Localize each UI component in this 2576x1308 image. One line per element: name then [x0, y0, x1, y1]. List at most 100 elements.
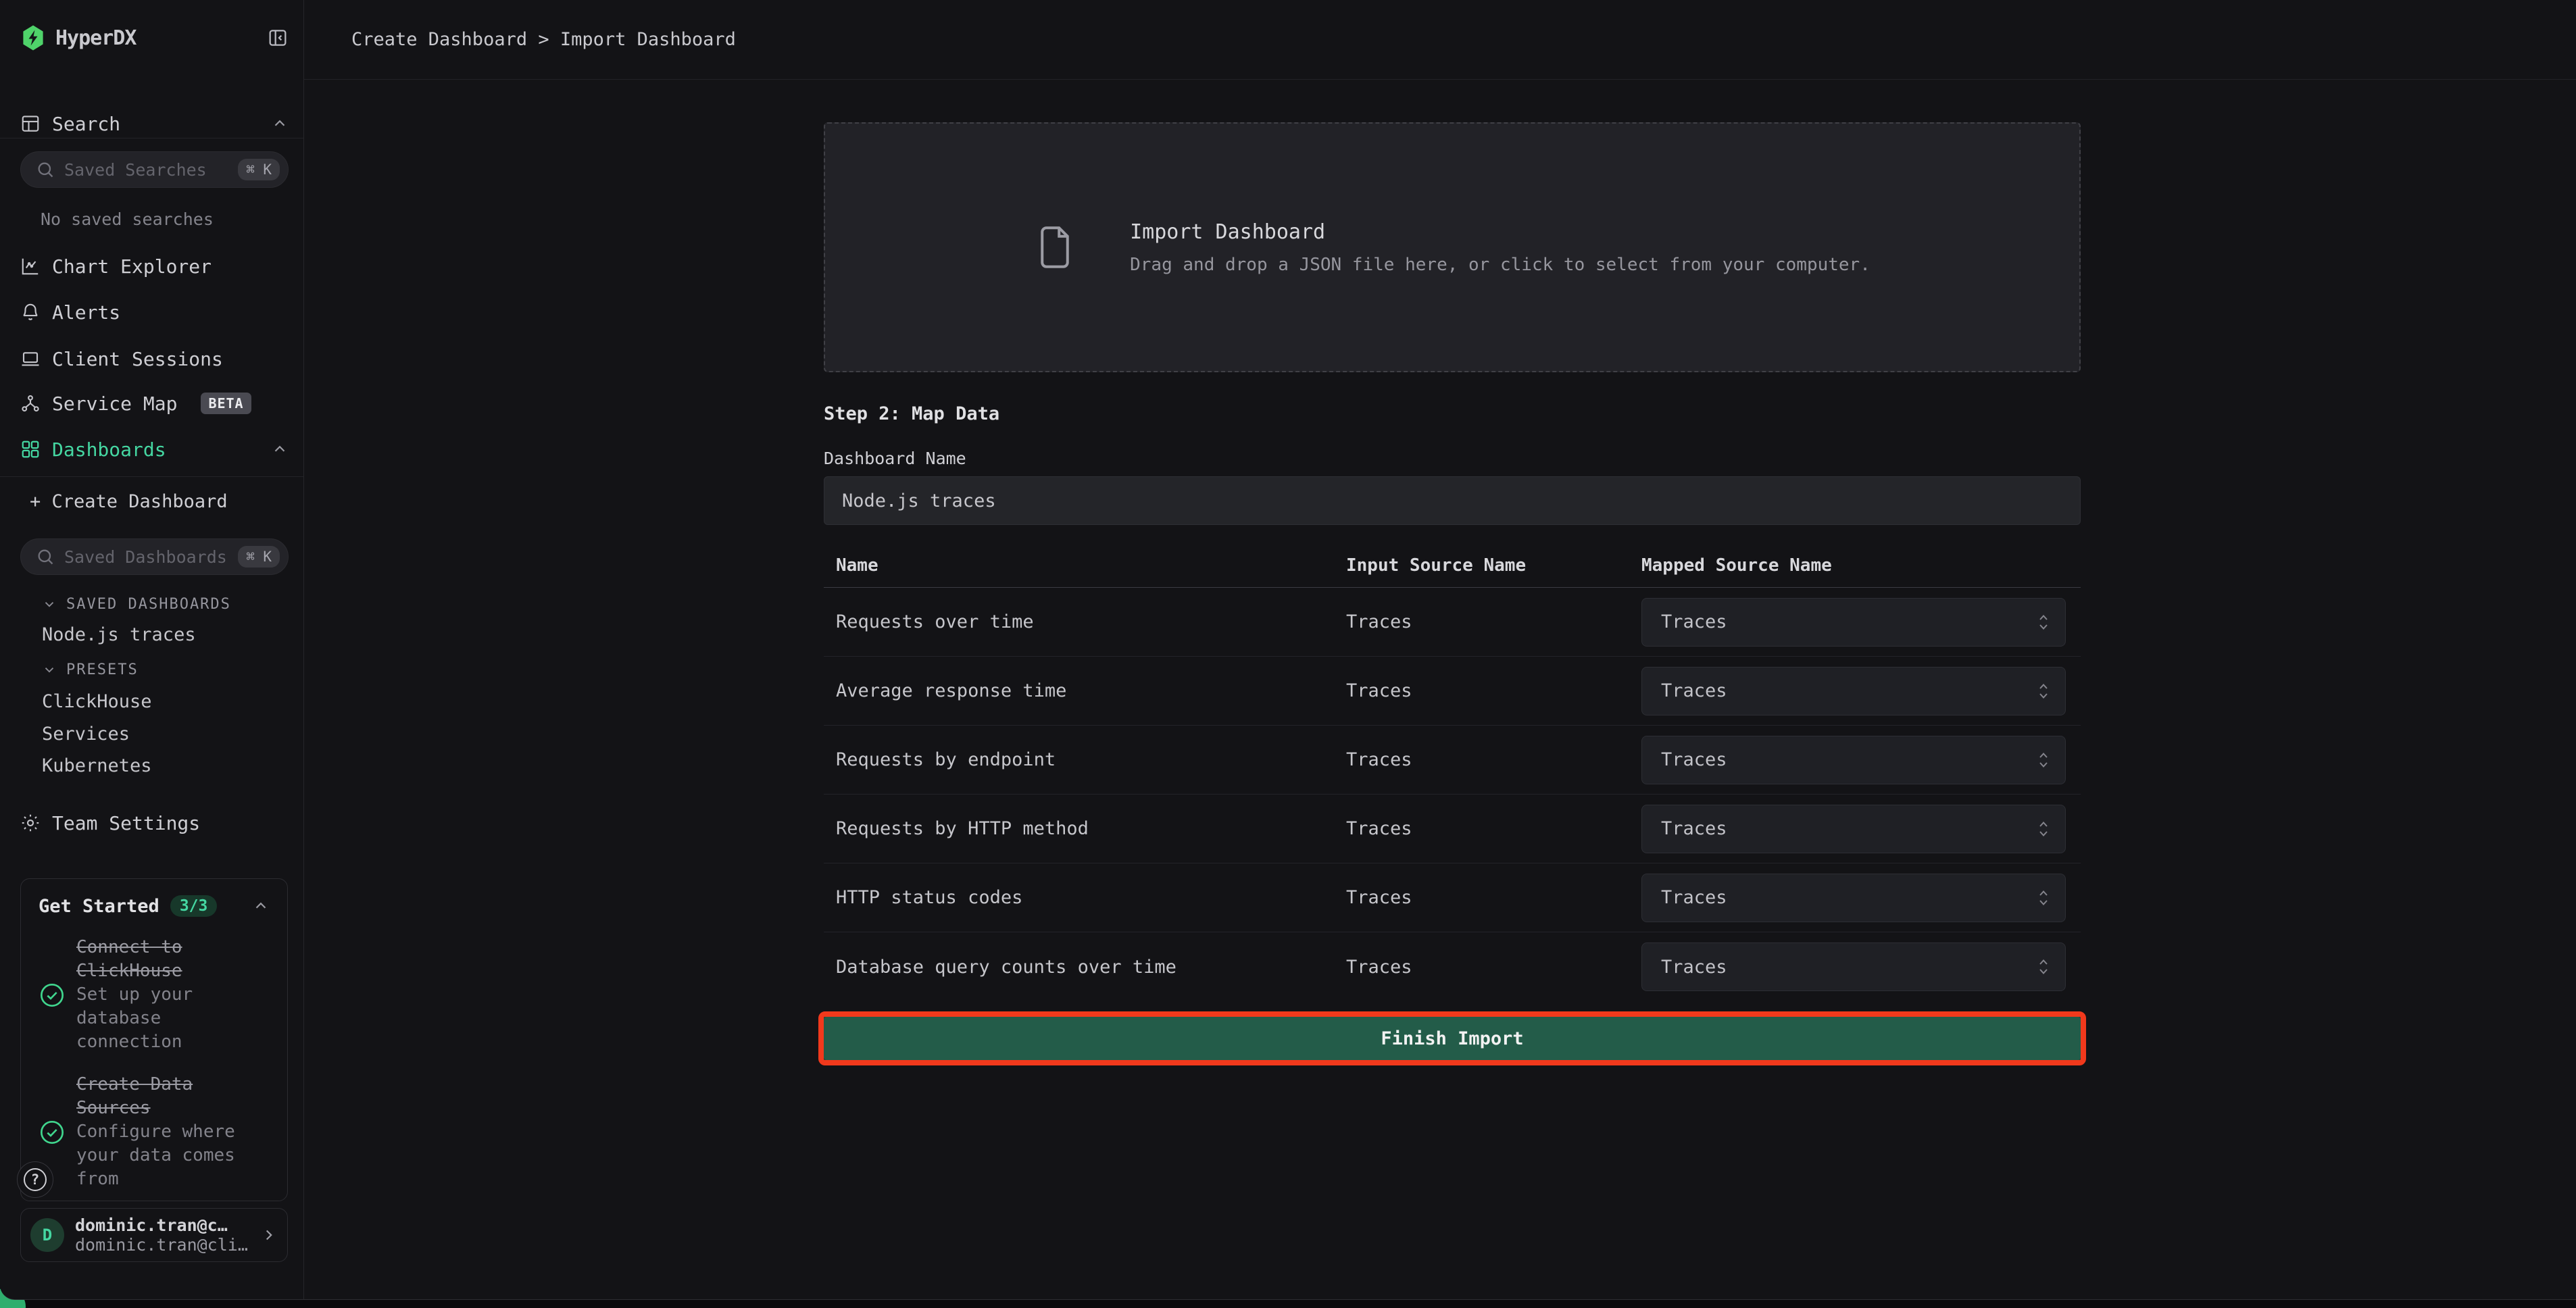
input-source: Traces — [1346, 749, 1641, 770]
action-highlight-box: Finish Import — [818, 1011, 2086, 1065]
sidebar-dashboard-nodejs-traces[interactable]: Node.js traces — [42, 624, 289, 645]
get-started-item-title: Connect to ClickHouse — [76, 936, 260, 983]
logo-row: HyperDX — [20, 23, 289, 53]
saved-dashboards-searchbox[interactable]: ⌘ K — [20, 538, 289, 575]
mapped-source-select[interactable]: Traces — [1641, 874, 2066, 922]
chevrons-up-down-icon — [2038, 888, 2049, 907]
user-menu[interactable]: D dominic.tran@c… dominic.tran@cli… — [20, 1208, 288, 1262]
get-started-item: Create Data Sources Configure where your… — [39, 1073, 270, 1191]
gear-icon — [20, 813, 41, 833]
question-mark-icon: ? — [24, 1168, 47, 1191]
sidebar-item-team-settings[interactable]: Team Settings — [20, 808, 289, 838]
search-icon — [36, 160, 55, 179]
laptop-icon — [20, 349, 41, 369]
column-header: Name — [836, 555, 1346, 576]
help-button[interactable]: ? — [17, 1161, 53, 1198]
column-header: Input Source Name — [1346, 555, 1641, 576]
mapped-source-select[interactable]: Traces — [1641, 805, 2066, 853]
mapped-source-select[interactable]: Traces — [1641, 667, 2066, 715]
sidebar-item-service-map[interactable]: Service Map BETA — [20, 388, 289, 418]
sidebar-collapse-button[interactable] — [267, 27, 289, 49]
sidebar-preset-services[interactable]: Services — [42, 724, 289, 745]
get-started-item-description: Configure where your data comes from — [76, 1120, 260, 1191]
select-value: Traces — [1661, 680, 1727, 701]
chart-name: Requests by endpoint — [836, 749, 1346, 770]
chevrons-up-down-icon — [2038, 613, 2049, 632]
mapping-table: Name Input Source Name Mapped Source Nam… — [824, 543, 2081, 1001]
search-section-icon — [20, 114, 41, 134]
user-email: dominic.tran@cli… — [75, 1235, 249, 1255]
column-header: Mapped Source Name — [1641, 555, 2081, 576]
hyperdx-logo-icon — [20, 24, 46, 51]
shortcut-badge: ⌘ K — [238, 546, 280, 568]
chevron-up-icon — [271, 441, 289, 458]
check-circle-icon — [39, 1119, 66, 1146]
chevron-down-icon — [42, 597, 57, 611]
chevron-right-icon — [260, 1226, 278, 1244]
chart-name: Requests by HTTP method — [836, 818, 1346, 839]
saved-dashboards-input[interactable] — [64, 547, 228, 567]
get-started-card: Get Started 3/3 Connect to ClickHouse Se… — [20, 878, 288, 1201]
dropzone-subtitle: Drag and drop a JSON file here, or click… — [1130, 255, 1871, 275]
dashboard-name-input[interactable] — [824, 476, 2081, 525]
chart-name: Average response time — [836, 680, 1346, 701]
app-window: HyperDX Search ⌘ K No saved sea — [0, 0, 2576, 1300]
select-value: Traces — [1661, 957, 1727, 978]
table-row: Requests by endpoint Traces Traces — [824, 726, 2081, 795]
select-value: Traces — [1661, 749, 1727, 770]
chart-name: Database query counts over time — [836, 957, 1346, 978]
saved-searches-searchbox[interactable]: ⌘ K — [20, 151, 289, 188]
chevron-up-icon — [271, 115, 289, 132]
select-value: Traces — [1661, 818, 1727, 839]
select-value: Traces — [1661, 611, 1727, 632]
beta-badge: BETA — [201, 393, 251, 414]
finish-import-button[interactable]: Finish Import — [824, 1017, 2081, 1060]
search-icon — [36, 547, 55, 566]
input-source: Traces — [1346, 957, 1641, 978]
import-dropzone[interactable]: Import Dashboard Drag and drop a JSON fi… — [824, 122, 2081, 372]
sidebar-preset-clickhouse[interactable]: ClickHouse — [42, 691, 289, 712]
get-started-header[interactable]: Get Started 3/3 — [39, 895, 270, 917]
input-source: Traces — [1346, 680, 1641, 701]
sidebar-item-dashboards[interactable]: Dashboards — [20, 434, 289, 464]
check-circle-icon — [39, 982, 66, 1009]
sidebar-item-label: Client Sessions — [52, 348, 223, 370]
file-icon — [1034, 224, 1076, 271]
saved-dashboards-group-header[interactable]: SAVED DASHBOARDS — [42, 593, 289, 615]
sidebar-item-search[interactable]: Search — [20, 109, 289, 139]
select-value: Traces — [1661, 887, 1727, 908]
breadcrumb: Create Dashboard > Import Dashboard — [351, 29, 736, 50]
mapped-source-select[interactable]: Traces — [1641, 942, 2066, 991]
sidebar-item-label: Service Map — [52, 393, 177, 415]
topbar: Create Dashboard > Import Dashboard — [304, 0, 2576, 80]
input-source: Traces — [1346, 611, 1641, 632]
sidebar-item-label: Team Settings — [52, 812, 200, 834]
dashboard-name-label: Dashboard Name — [824, 449, 2081, 468]
chevrons-up-down-icon — [2038, 751, 2049, 770]
panel-collapse-icon — [267, 27, 289, 49]
sidebar-item-client-sessions[interactable]: Client Sessions — [20, 344, 289, 374]
no-saved-searches-text: No saved searches — [41, 209, 289, 229]
presets-group-header[interactable]: PRESETS — [42, 659, 289, 680]
sidebar: HyperDX Search ⌘ K No saved sea — [0, 0, 304, 1299]
avatar: D — [30, 1218, 64, 1252]
saved-searches-input[interactable] — [64, 160, 228, 180]
get-started-item-description: Set up your database connection — [76, 983, 260, 1054]
sidebar-item-alerts[interactable]: Alerts — [20, 297, 289, 327]
main-content: Import Dashboard Drag and drop a JSON fi… — [824, 122, 2081, 1065]
chart-name: Requests over time — [836, 611, 1346, 632]
create-dashboard-button[interactable]: + Create Dashboard — [30, 491, 289, 512]
shortcut-badge: ⌘ K — [238, 159, 280, 180]
sidebar-item-label: Alerts — [52, 301, 120, 324]
sidebar-item-chart-explorer[interactable]: Chart Explorer — [20, 251, 289, 281]
step-title: Step 2: Map Data — [824, 403, 2081, 424]
mapped-source-select[interactable]: Traces — [1641, 736, 2066, 784]
sidebar-preset-kubernetes[interactable]: Kubernetes — [42, 755, 289, 776]
get-started-progress-badge: 3/3 — [170, 895, 218, 917]
input-source: Traces — [1346, 887, 1641, 908]
chevron-up-icon — [252, 897, 270, 915]
sidebar-item-label: Chart Explorer — [52, 255, 212, 278]
chevron-down-icon — [42, 662, 57, 677]
sidebar-item-label: Search — [52, 113, 120, 135]
mapped-source-select[interactable]: Traces — [1641, 598, 2066, 647]
